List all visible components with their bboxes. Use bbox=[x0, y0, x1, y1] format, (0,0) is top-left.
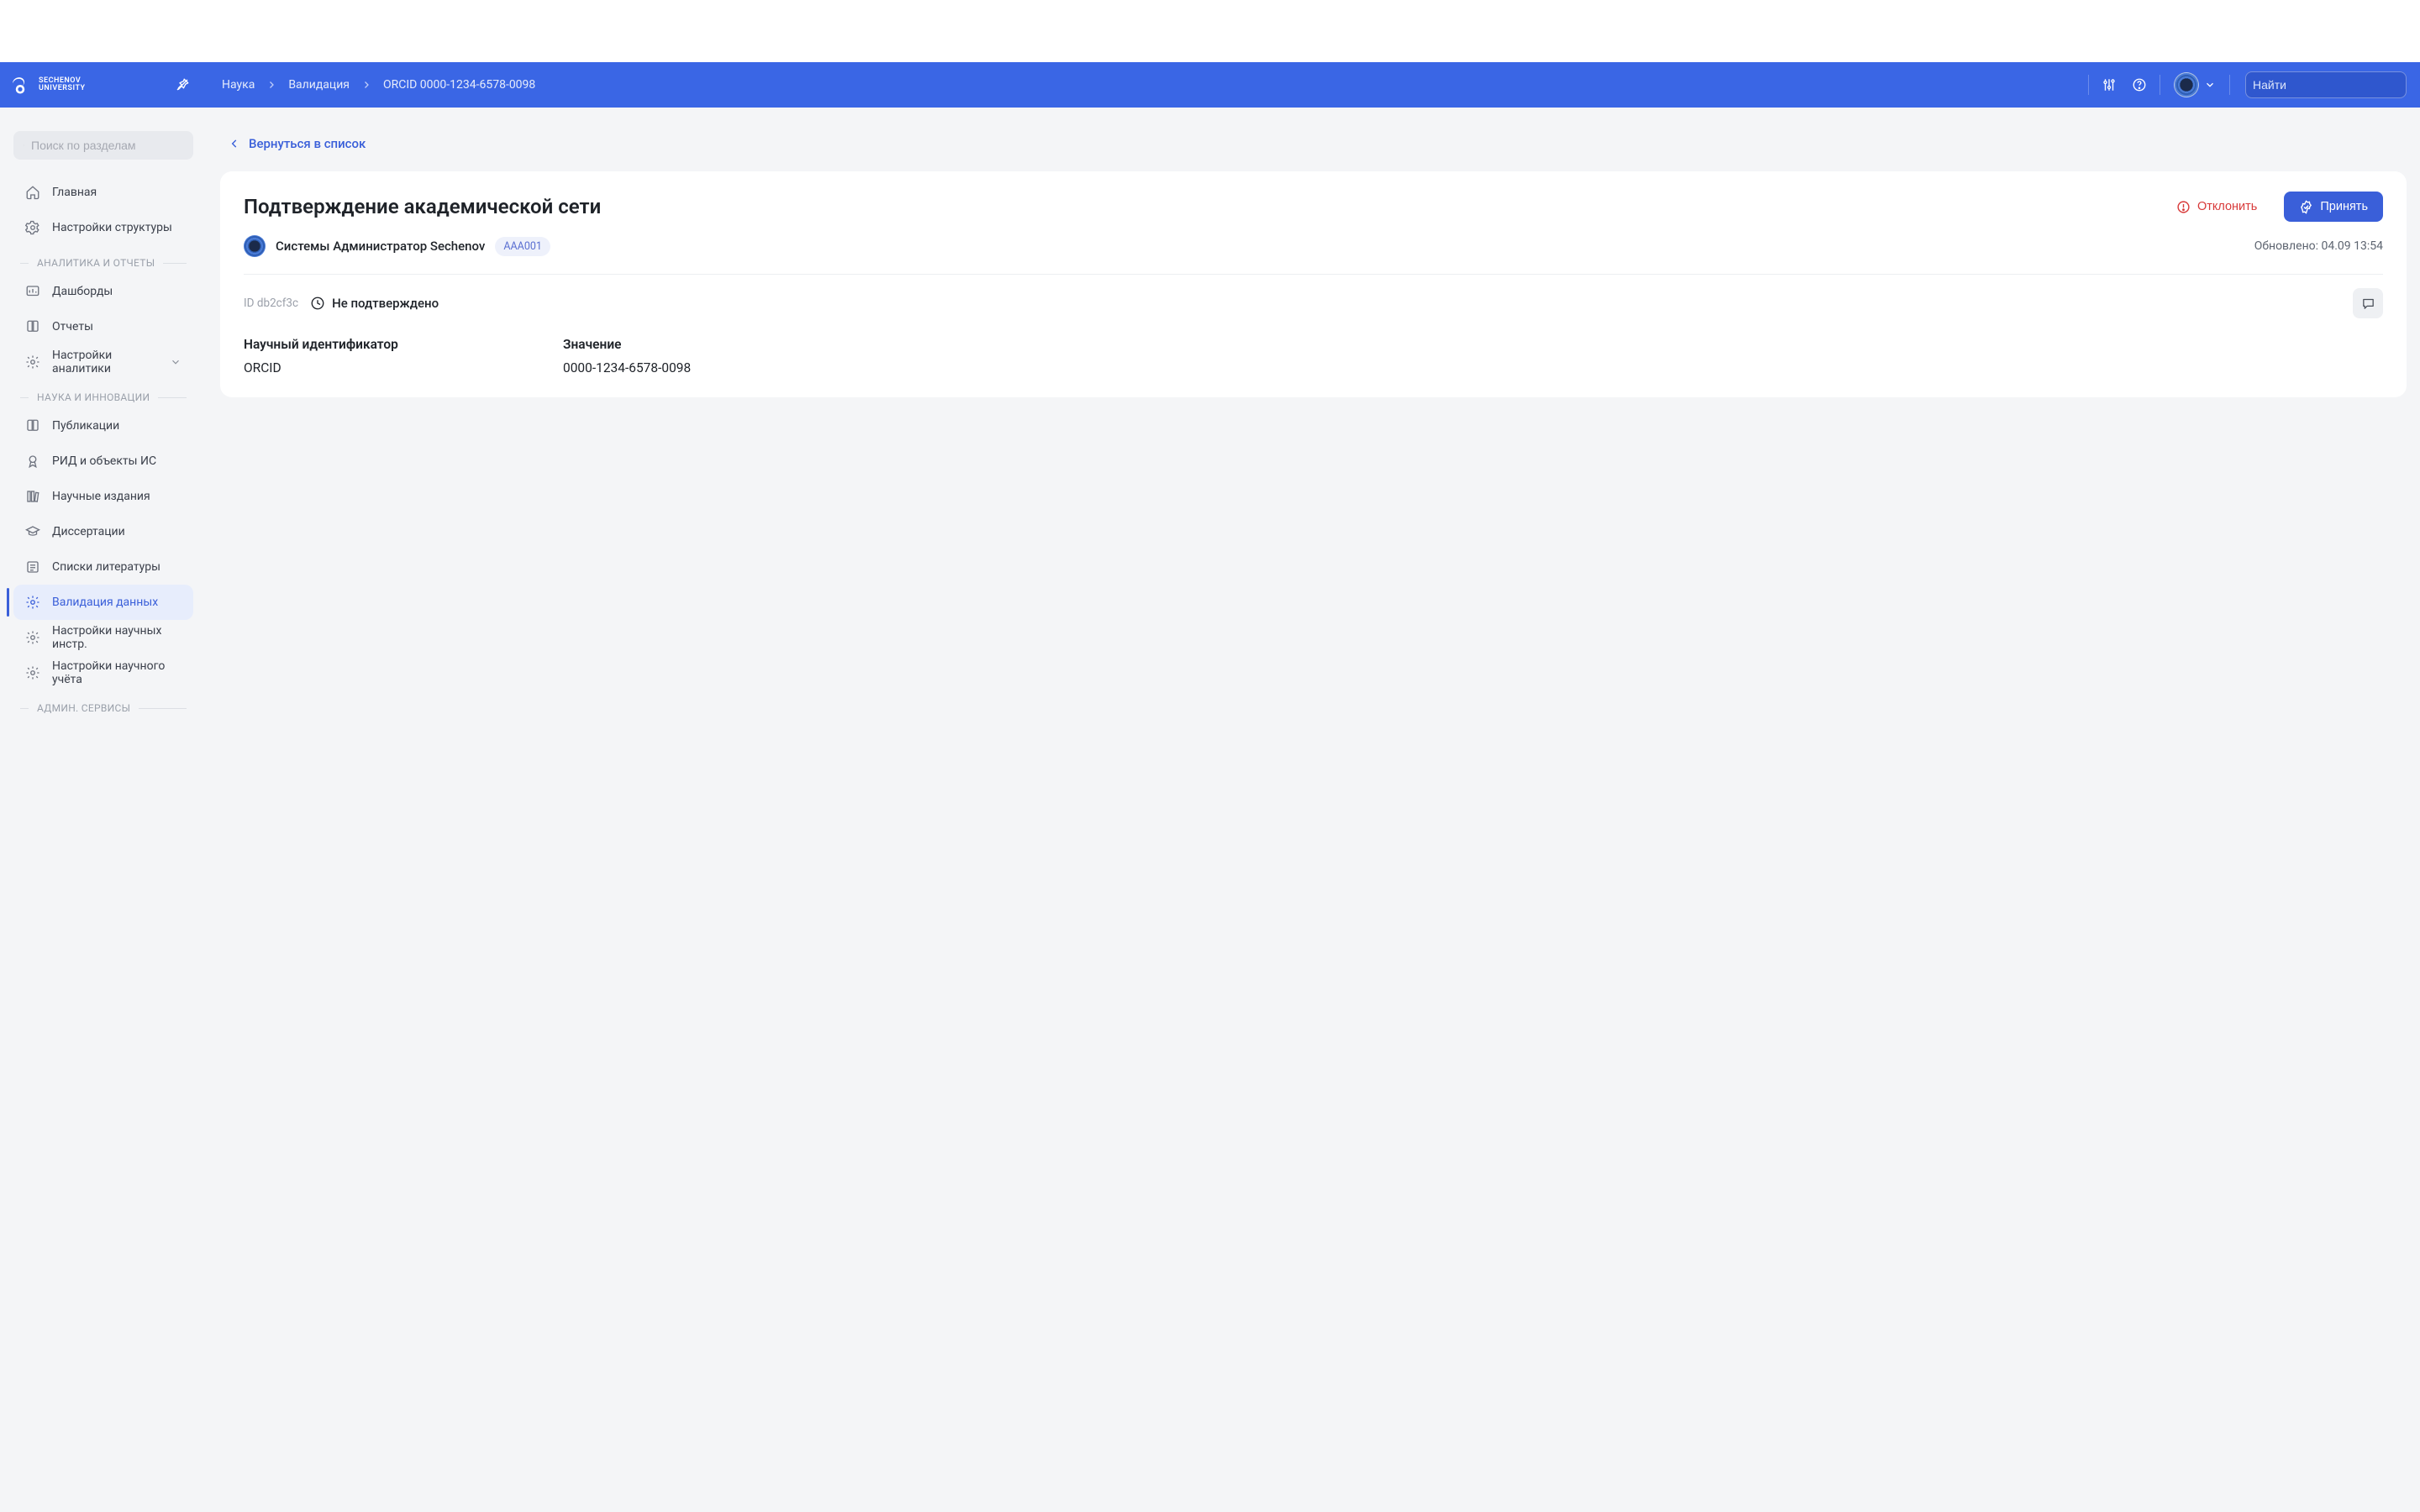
sidebar-item-science-tools-settings[interactable]: Настройки научных инстр. bbox=[13, 620, 193, 655]
sidebar-item-journals[interactable]: Научные издания bbox=[13, 479, 193, 514]
sidebar-section-science: НАУКА И ИННОВАЦИИ bbox=[7, 380, 200, 408]
reject-button[interactable]: Отклонить bbox=[2161, 192, 2272, 222]
comment-button[interactable] bbox=[2353, 288, 2383, 318]
gear-icon bbox=[25, 630, 40, 645]
sidebar-search[interactable] bbox=[13, 131, 193, 160]
sidebar-item-reports[interactable]: Отчеты bbox=[13, 309, 193, 344]
sidebar-item-label: Настройки аналитики bbox=[52, 349, 158, 375]
sidebar: Главная Настройки структуры АНАЛИТИКА И … bbox=[0, 108, 207, 1512]
sidebar-item-validation[interactable]: Валидация данных bbox=[13, 585, 193, 620]
value-value: 0000-1234-6578-0098 bbox=[563, 360, 815, 375]
back-link[interactable]: Вернуться в список bbox=[220, 131, 374, 156]
sidebar-item-bibliography[interactable]: Списки литературы bbox=[13, 549, 193, 585]
sidebar-item-home[interactable]: Главная bbox=[13, 175, 193, 210]
pin-sidebar-button[interactable] bbox=[168, 71, 197, 99]
list-icon bbox=[25, 559, 40, 575]
chevron-right-icon bbox=[361, 80, 371, 90]
sidebar-section-analytics: АНАЛИТИКА И ОТЧЕТЫ bbox=[7, 245, 200, 274]
sidebar-item-dashboards[interactable]: Дашборды bbox=[13, 274, 193, 309]
sidebar-item-label: Научные издания bbox=[52, 490, 150, 503]
value-label: Значение bbox=[563, 337, 815, 352]
sidebar-item-label: Главная bbox=[52, 186, 97, 199]
books-icon bbox=[25, 489, 40, 504]
logo-icon bbox=[8, 73, 32, 97]
identifier-label: Научный идентификатор bbox=[244, 337, 496, 352]
validation-card: Подтверждение академической сети Отклони… bbox=[220, 171, 2407, 397]
gear-icon bbox=[25, 665, 40, 680]
sidebar-item-label: Настройки научных инстр. bbox=[52, 624, 182, 651]
sidebar-item-publications[interactable]: Публикации bbox=[13, 408, 193, 444]
sidebar-item-dissertations[interactable]: Диссертации bbox=[13, 514, 193, 549]
dashboard-icon bbox=[25, 284, 40, 299]
user-avatar bbox=[244, 235, 266, 257]
user-menu[interactable] bbox=[2174, 72, 2216, 97]
settings-sliders-button[interactable] bbox=[2094, 70, 2124, 100]
user-id-pill: AAA001 bbox=[495, 237, 550, 256]
avatar bbox=[2174, 72, 2199, 97]
sidebar-item-label: Валидация данных bbox=[52, 596, 158, 609]
breadcrumb-item-1[interactable]: Наука bbox=[222, 78, 255, 92]
chevron-right-icon bbox=[266, 80, 276, 90]
global-search[interactable] bbox=[2245, 71, 2407, 98]
sidebar-item-label: Отчеты bbox=[52, 320, 93, 333]
award-icon bbox=[25, 454, 40, 469]
chevron-down-icon bbox=[2204, 79, 2216, 91]
user-name: Системы Администратор Sechenov bbox=[276, 239, 485, 254]
global-search-input[interactable] bbox=[2253, 78, 2405, 92]
status-badge: Не подтверждено bbox=[310, 296, 439, 311]
sidebar-search-input[interactable] bbox=[31, 139, 183, 152]
top-bar: Sechenov University Наука Валидация ORCI… bbox=[0, 62, 2420, 108]
record-id: ID db2cf3c bbox=[244, 297, 298, 310]
check-badge-icon bbox=[2299, 200, 2313, 214]
help-icon bbox=[2132, 77, 2147, 92]
accept-button[interactable]: Принять bbox=[2284, 192, 2383, 222]
gear-icon bbox=[25, 354, 40, 370]
book-icon bbox=[25, 319, 40, 334]
identifier-value: ORCID bbox=[244, 360, 496, 375]
page-title: Подтверждение академической сети bbox=[244, 195, 601, 218]
clock-icon bbox=[310, 296, 325, 311]
breadcrumb-item-2[interactable]: Валидация bbox=[288, 78, 350, 92]
sidebar-section-admin: АДМИН. СЕРВИСЫ bbox=[7, 690, 200, 719]
sidebar-item-label: Настройки структуры bbox=[52, 221, 172, 234]
sidebar-item-structure-settings[interactable]: Настройки структуры bbox=[13, 210, 193, 245]
sidebar-item-analytics-settings[interactable]: Настройки аналитики bbox=[13, 344, 193, 380]
alert-icon bbox=[2176, 200, 2191, 214]
sidebar-item-label: Публикации bbox=[52, 419, 119, 433]
help-button[interactable] bbox=[2124, 70, 2154, 100]
brand-line2: University bbox=[39, 85, 86, 92]
sidebar-item-label: Списки литературы bbox=[52, 560, 160, 574]
gear-icon bbox=[25, 220, 40, 235]
comment-icon bbox=[2361, 297, 2375, 311]
pin-icon bbox=[175, 77, 190, 92]
breadcrumb: Наука Валидация ORCID 0000-1234-6578-009… bbox=[222, 78, 535, 92]
sidebar-item-label: Дашборды bbox=[52, 285, 113, 298]
sidebar-item-label: РИД и объекты ИС bbox=[52, 454, 156, 468]
sliders-icon bbox=[2102, 77, 2117, 92]
sidebar-item-rid[interactable]: РИД и объекты ИС bbox=[13, 444, 193, 479]
chevron-down-icon bbox=[170, 356, 182, 368]
home-icon bbox=[25, 185, 40, 200]
gear-icon bbox=[25, 595, 40, 610]
sidebar-item-science-accounting-settings[interactable]: Настройки научного учёта bbox=[13, 655, 193, 690]
main-content: Вернуться в список Подтверждение академи… bbox=[207, 108, 2420, 1512]
brand-logo[interactable]: Sechenov University bbox=[8, 73, 168, 97]
sidebar-item-label: Настройки научного учёта bbox=[52, 659, 182, 686]
breadcrumb-item-3[interactable]: ORCID 0000-1234-6578-0098 bbox=[383, 78, 535, 92]
book-icon bbox=[25, 418, 40, 433]
updated-label: Обновлено: 04.09 13:54 bbox=[2254, 239, 2383, 253]
sidebar-item-label: Диссертации bbox=[52, 525, 125, 538]
cap-icon bbox=[25, 524, 40, 539]
chevron-left-icon bbox=[229, 138, 240, 150]
